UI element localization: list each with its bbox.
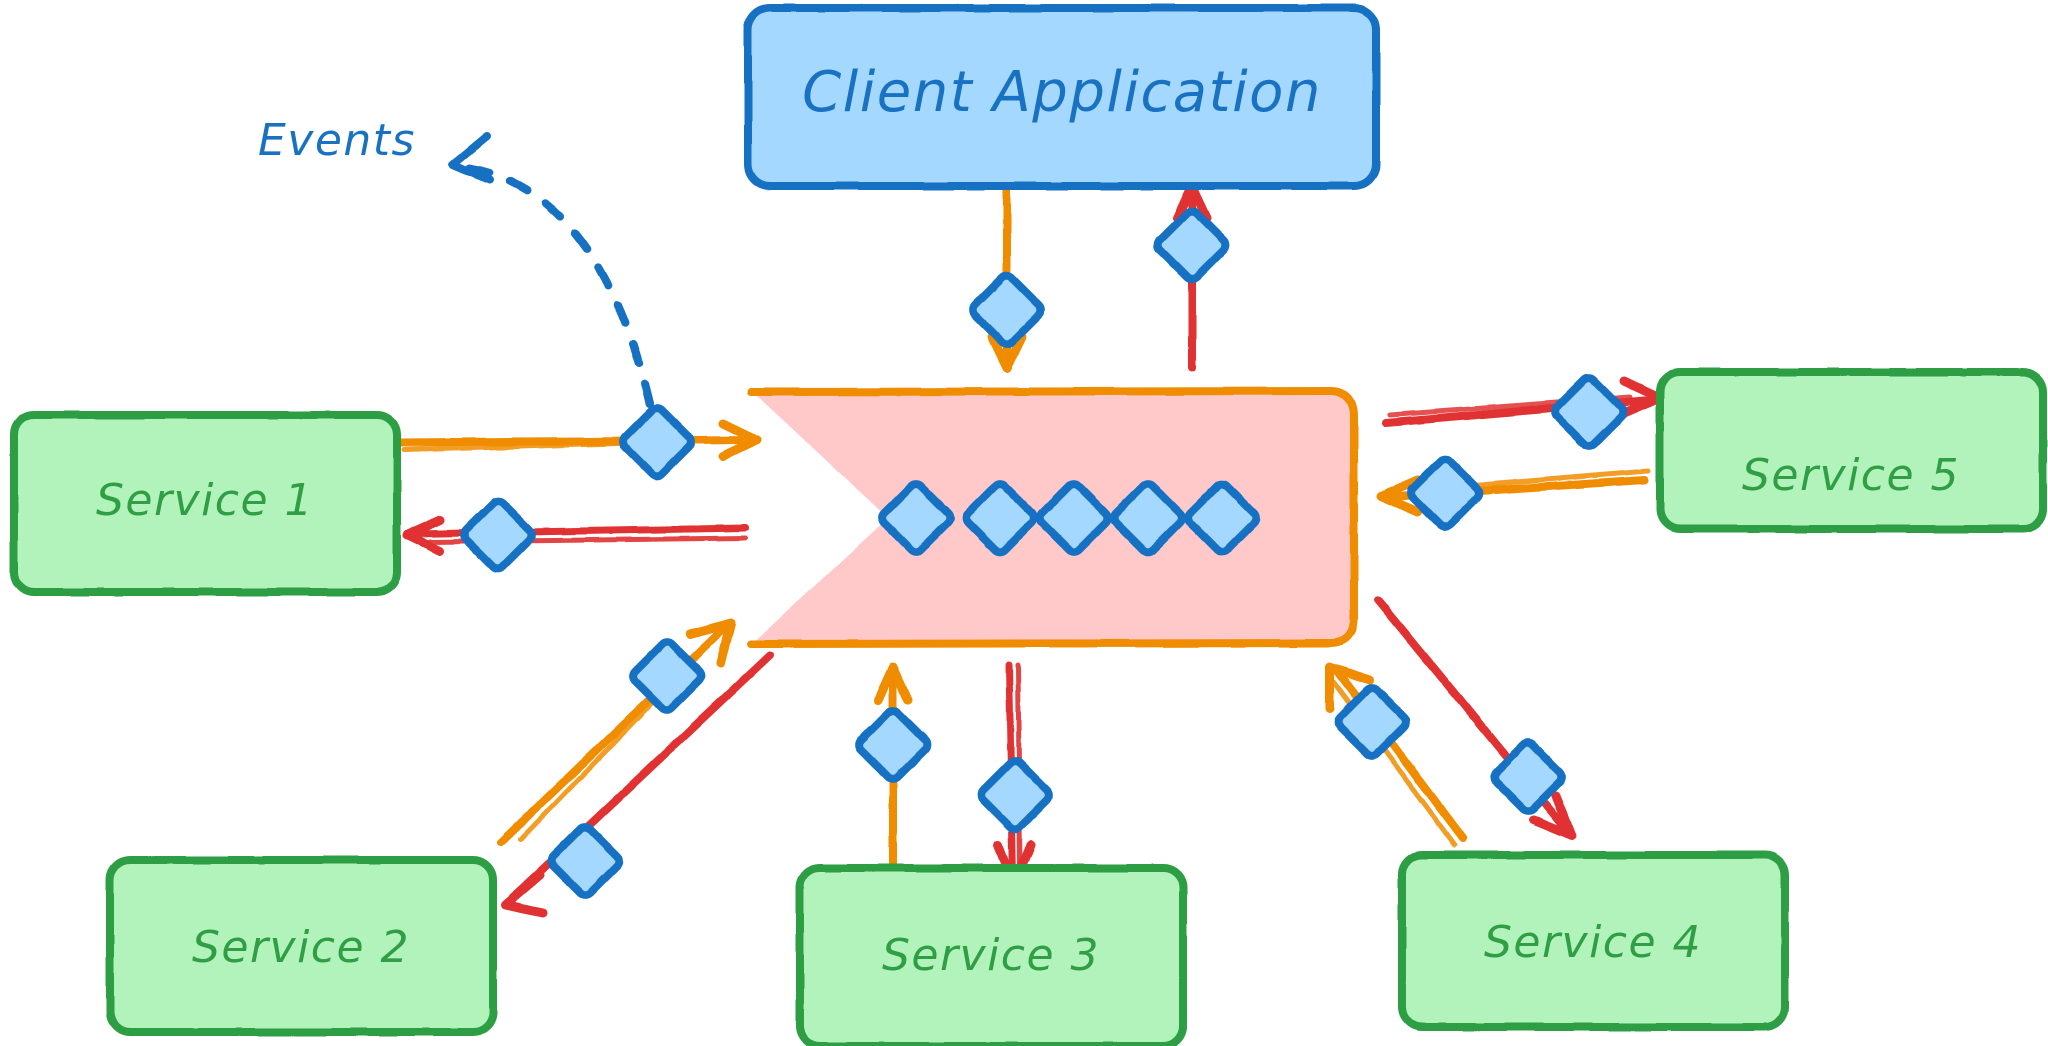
architecture-diagram: Events Client Application Service 1 Serv… <box>10 4 2047 1046</box>
message-diamond <box>460 497 536 573</box>
service-4-label: Service 4 <box>1484 917 1702 968</box>
message-diamond <box>629 638 705 714</box>
message-diamond <box>619 404 695 480</box>
service-2-label: Service 2 <box>192 922 410 973</box>
events-label: Events <box>258 115 416 166</box>
message-diamond <box>969 272 1045 348</box>
message-diamond <box>977 757 1053 833</box>
edge-queue-to-service-1 <box>402 515 749 556</box>
service-3-label: Service 3 <box>882 930 1100 981</box>
message-diamond <box>547 823 623 899</box>
node-service-5[interactable]: Service 5 <box>1656 368 2047 533</box>
node-service-2[interactable]: Service 2 <box>106 856 497 1036</box>
message-diamond <box>855 707 931 783</box>
node-service-3[interactable]: Service 3 <box>796 864 1187 1046</box>
edge-service-2-to-queue <box>497 618 736 846</box>
node-client-application[interactable]: Client Application <box>744 4 1380 190</box>
diagram-canvas: Events Client Application Service 1 Serv… <box>0 0 2048 1046</box>
service-1-label: Service 1 <box>96 475 314 526</box>
node-service-4[interactable]: Service 4 <box>1398 851 1789 1031</box>
edge-service-4-to-queue <box>1325 662 1467 848</box>
events-annotation <box>448 132 656 416</box>
node-service-1[interactable]: Service 1 <box>10 411 401 596</box>
client-application-label: Client Application <box>802 60 1322 125</box>
edge-queue-to-service-2 <box>500 651 774 918</box>
message-diamond <box>1551 374 1627 450</box>
message-diamond <box>1154 207 1230 283</box>
message-diamond <box>1407 455 1483 531</box>
events-dashed-curve <box>466 164 656 416</box>
edge-service-1-to-queue <box>396 419 761 461</box>
service-5-label: Service 5 <box>1742 450 1960 501</box>
